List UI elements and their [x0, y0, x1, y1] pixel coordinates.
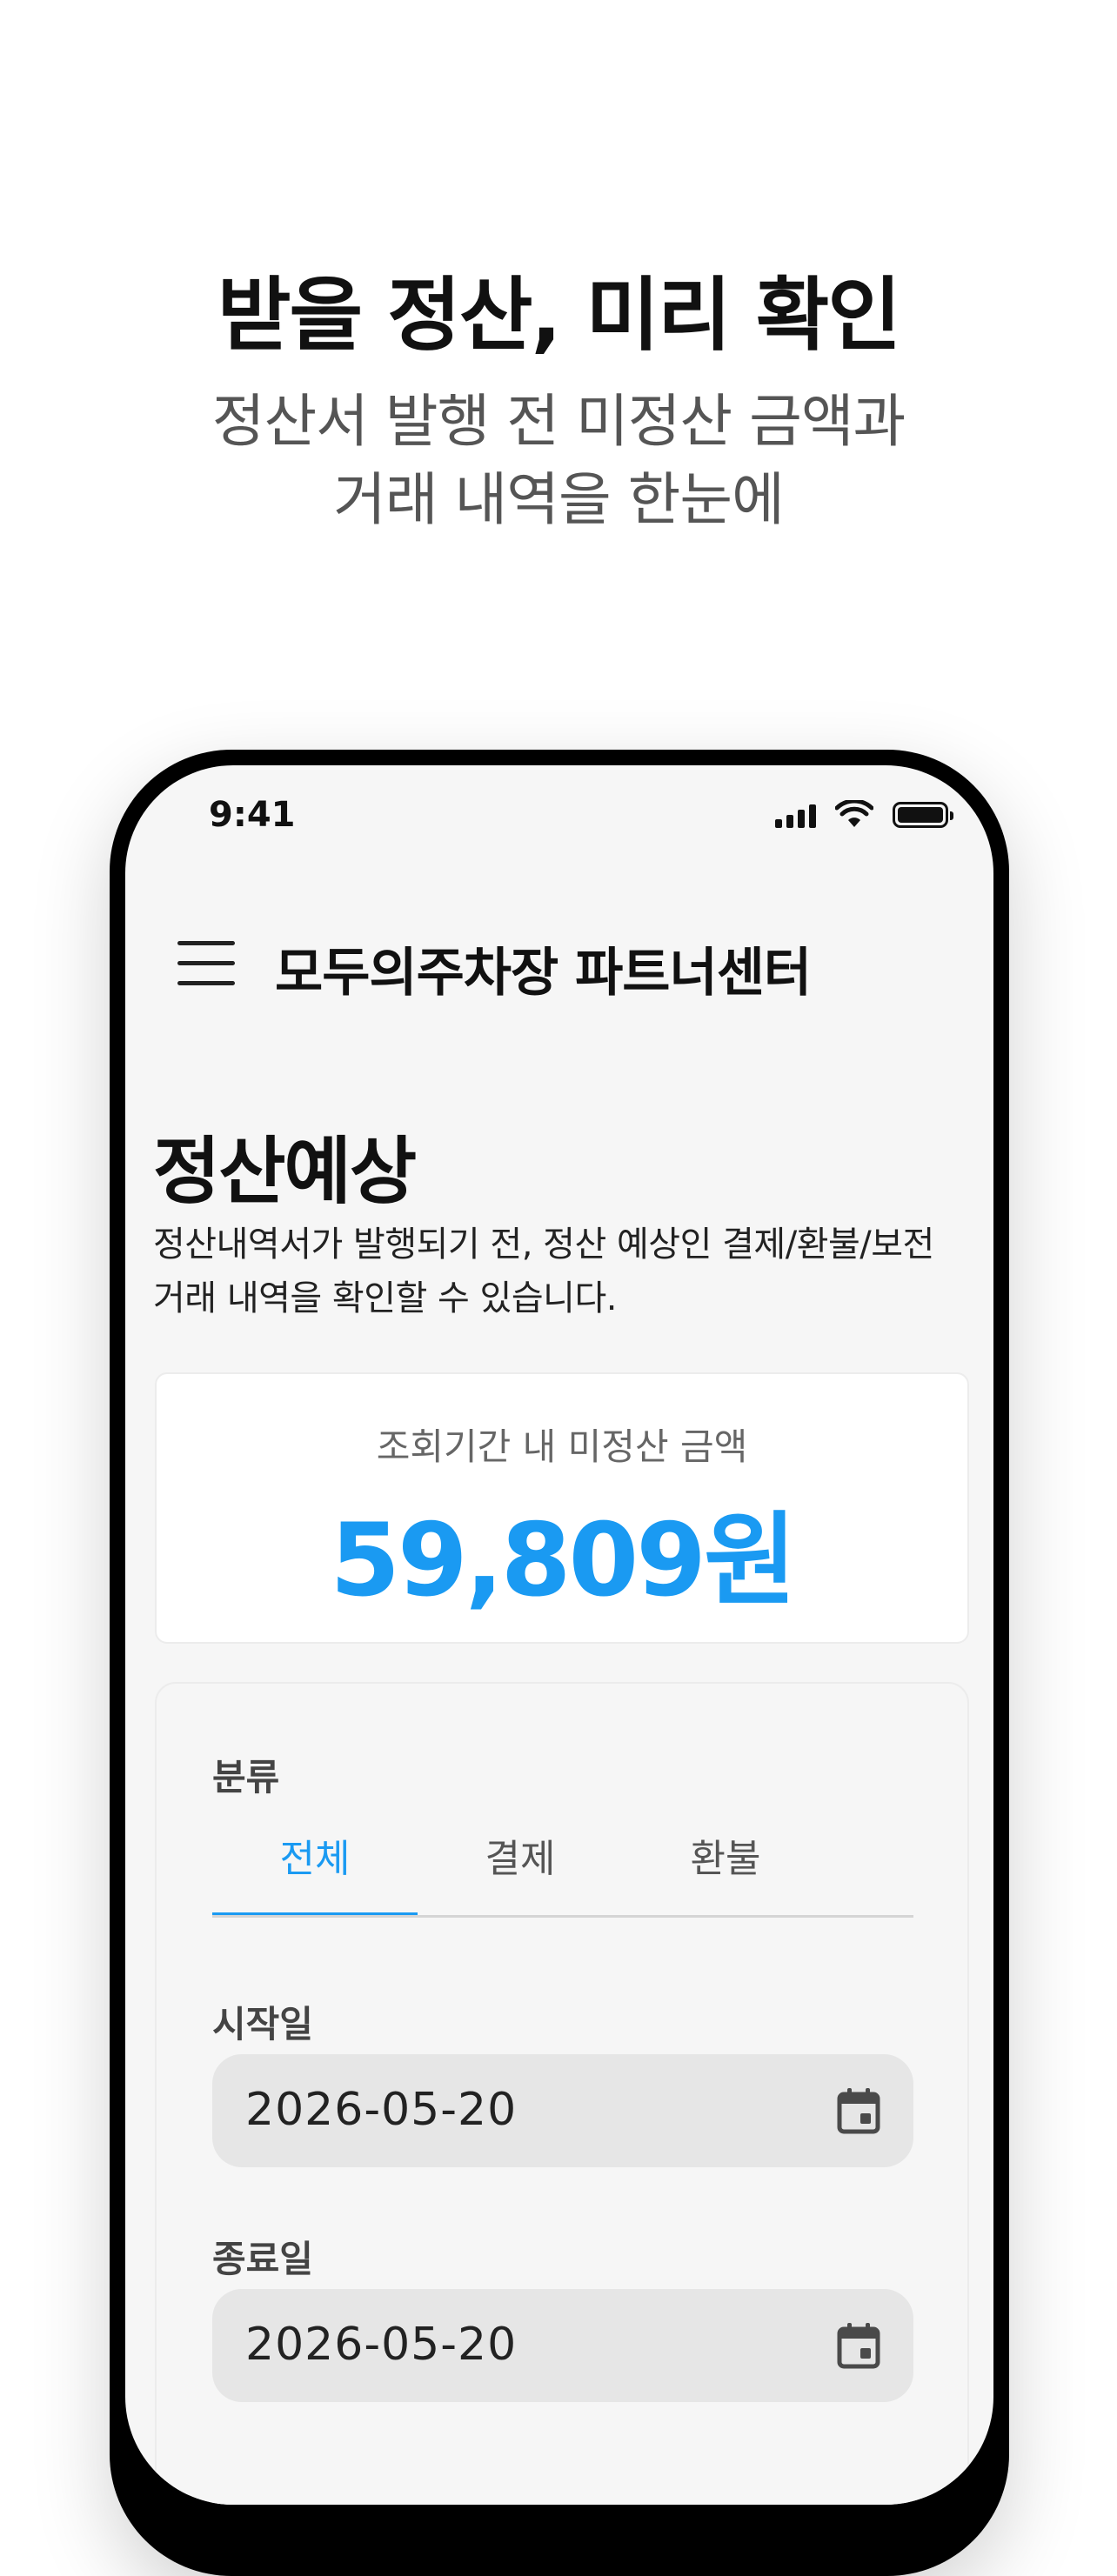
battery-icon: [893, 802, 953, 828]
unsettled-amount-label: 조회기간 내 미정산 금액: [376, 1425, 748, 1468]
calendar-icon[interactable]: [837, 2087, 880, 2134]
hamburger-icon[interactable]: [177, 941, 235, 986]
unsettled-summary-card: 조회기간 내 미정산 금액 59,809원: [155, 1372, 969, 1644]
active-tab-indicator: [212, 1912, 418, 1915]
promo-subtitle-line2: 거래 내역을 한눈에: [333, 466, 785, 533]
page-title: 정산예상: [153, 1129, 417, 1214]
category-tabs: 전체 결제 환불 보: [212, 1825, 913, 1918]
start-date-value: 2026-05-20: [245, 2084, 518, 2136]
page-description-line1: 정산내역서가 발행되기 전, 정산 예상인 결제/환불/보전: [153, 1225, 934, 1265]
tab-payment[interactable]: 결제: [418, 1825, 623, 1912]
page-description: 정산내역서가 발행되기 전, 정산 예상인 결제/환불/보전 거래 내역을 확인…: [153, 1218, 988, 1325]
tab-compensation[interactable]: 보: [828, 1825, 914, 1912]
unsettled-amount-value: 59,809원: [330, 1502, 796, 1619]
end-date-value: 2026-05-20: [245, 2319, 518, 2371]
promo-title: 받을 정산, 미리 확인: [217, 269, 901, 362]
phone-screen: 9:41 모두의주차장 파트너센터 정산예상 정산내역서가 발행되기 전, 정산…: [125, 765, 993, 2505]
start-date-field[interactable]: 2026-05-20: [212, 2054, 913, 2167]
filter-card: 분류 전체 결제 환불 보 시작일 2026-05-20 종료일 2026-05…: [155, 1682, 969, 2505]
cellular-signal-icon: [775, 802, 816, 828]
tab-all[interactable]: 전체: [212, 1825, 418, 1912]
calendar-icon[interactable]: [837, 2322, 880, 2369]
wifi-icon: [835, 800, 873, 827]
promo-subtitle: 정산서 발행 전 미정산 금액과 거래 내역을 한눈에: [0, 383, 1117, 539]
status-time: 9:41: [209, 795, 296, 835]
end-date-label: 종료일: [212, 2238, 313, 2280]
start-date-label: 시작일: [212, 2003, 313, 2045]
app-title: 모두의주차장 파트너센터: [275, 943, 812, 1004]
promo-subtitle-line1: 정산서 발행 전 미정산 금액과: [211, 388, 906, 455]
category-label: 분류: [212, 1756, 280, 1799]
status-icons: [775, 800, 953, 830]
tab-refund[interactable]: 환불: [623, 1825, 828, 1912]
end-date-field[interactable]: 2026-05-20: [212, 2289, 913, 2402]
page-description-line2: 거래 내역을 확인할 수 있습니다.: [153, 1278, 617, 1318]
